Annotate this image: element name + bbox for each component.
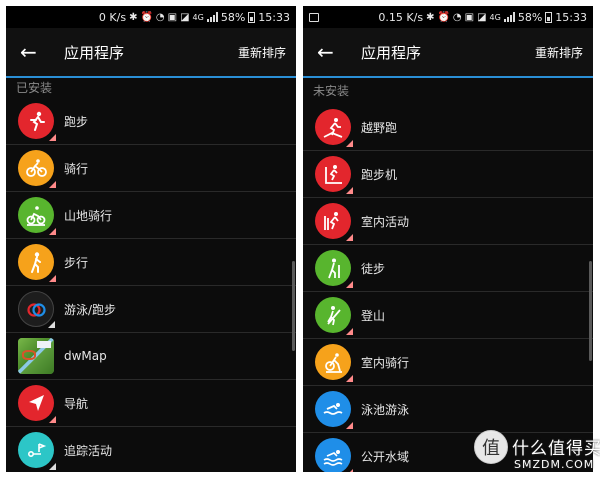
status-bar: 0 K/s ✱ ⏰ ◔ ▣ ◪ 4G 58% 15:33	[6, 6, 296, 28]
app-label: 越野跑	[361, 120, 398, 135]
bluetooth-icon: ✱	[129, 11, 138, 23]
navigation-icon	[18, 385, 56, 423]
app-list-item[interactable]: 室内骑行	[303, 339, 593, 386]
wifi-icon: ◔	[452, 11, 462, 23]
smzdm-watermark: 值 什么值得买 SMZDM.COM	[468, 430, 600, 478]
map-icon	[18, 338, 54, 374]
running-icon	[18, 103, 56, 141]
reorder-button[interactable]: 重新排序	[535, 44, 583, 61]
app-label: 追踪活动	[64, 443, 113, 458]
alarm-icon: ⏰	[140, 11, 153, 23]
app-list-item[interactable]: 追踪活动	[6, 427, 296, 472]
climbing-icon	[315, 297, 353, 335]
reorder-button[interactable]: 重新排序	[238, 44, 286, 61]
app-list-item[interactable]: 室内活动	[303, 198, 593, 245]
cell-signal-icon	[503, 12, 515, 22]
scrollbar[interactable]	[589, 261, 592, 361]
cycling-icon	[18, 150, 56, 188]
clock: 15:33	[258, 10, 290, 24]
app-label: 徒步	[361, 261, 386, 276]
cell-signal-icon	[206, 12, 218, 22]
page-title: 应用程序	[64, 43, 125, 62]
app-label: 跑步	[64, 114, 89, 129]
back-arrow-icon[interactable]: ←	[20, 42, 50, 62]
network-speed: 0 K/s	[98, 10, 127, 24]
signal-icon: ◪	[477, 11, 487, 23]
app-label: 导航	[64, 396, 89, 411]
app-label: 登山	[361, 308, 386, 323]
page-title: 应用程序	[361, 43, 422, 62]
app-bar: ← 应用程序 重新排序	[303, 28, 593, 78]
smzdm-logo: 值	[474, 430, 508, 464]
back-arrow-icon[interactable]: ←	[317, 42, 347, 62]
battery-icon	[248, 11, 256, 23]
app-label: 室内骑行	[361, 355, 410, 370]
app-label: 步行	[64, 255, 89, 270]
app-bar: ← 应用程序 重新排序	[6, 28, 296, 78]
battery-icon	[545, 11, 553, 23]
nfc-icon: ▣	[167, 11, 178, 23]
mountain-bike-icon	[18, 197, 56, 235]
app-label: 跑步机	[361, 167, 398, 182]
app-list-item[interactable]: 登山	[303, 292, 593, 339]
app-list-item[interactable]: 步行	[6, 239, 296, 286]
app-list-item[interactable]: 泳池游泳	[303, 386, 593, 433]
app-label: 山地骑行	[64, 208, 113, 223]
nfc-icon: ▣	[464, 11, 475, 23]
bluetooth-icon: ✱	[426, 11, 435, 23]
treadmill-icon	[315, 156, 353, 194]
left-phone-screen: 0 K/s ✱ ⏰ ◔ ▣ ◪ 4G 58% 15:33 ← 应用程序 重新排序…	[6, 6, 296, 472]
app-list-item[interactable]: 骑行	[6, 145, 296, 192]
section-header-installed: 已安装	[16, 81, 53, 95]
app-label: 骑行	[64, 161, 89, 176]
app-list-item[interactable]: 徒步	[303, 245, 593, 292]
indoor-cycling-icon	[315, 344, 353, 382]
trail-run-icon	[315, 109, 353, 147]
app-list-item[interactable]: 越野跑	[303, 104, 593, 151]
app-list-item[interactable]: 山地骑行	[6, 192, 296, 239]
hiking-icon	[315, 250, 353, 288]
status-bar: 0.15 K/s ✱ ⏰ ◔ ▣ ◪ 4G 58% 15:33	[303, 6, 593, 28]
right-phone-screen: 0.15 K/s ✱ ⏰ ◔ ▣ ◪ 4G 58% 15:33 ← 应用程序 重…	[303, 6, 593, 472]
section-header-not-installed: 未安装	[313, 84, 350, 98]
indoor-activity-icon	[315, 203, 353, 241]
signal-icon: ◪	[180, 11, 190, 23]
watermark-text: 什么值得买	[512, 439, 600, 459]
app-label: 公开水域	[361, 449, 410, 464]
pool-swim-icon	[315, 391, 353, 429]
network-speed: 0.15 K/s	[378, 10, 424, 24]
image-notification-icon	[309, 12, 319, 22]
watermark-domain: SMZDM.COM	[514, 458, 595, 471]
app-list-item[interactable]: dwMap	[6, 333, 296, 380]
network-type: 4G	[489, 12, 501, 22]
app-list-item[interactable]: 游泳/跑步	[6, 286, 296, 333]
app-label: dwMap	[64, 349, 107, 363]
app-list-item[interactable]: 跑步	[6, 98, 296, 145]
app-label: 游泳/跑步	[64, 302, 117, 317]
open-water-icon	[315, 438, 353, 472]
walking-icon	[18, 244, 56, 282]
app-label: 泳池游泳	[361, 402, 410, 417]
battery-percent: 58%	[220, 10, 246, 24]
not-installed-app-list: 越野跑跑步机室内活动徒步登山室内骑行泳池游泳公开水域	[303, 104, 593, 472]
wifi-icon: ◔	[155, 11, 165, 23]
app-label: 室内活动	[361, 214, 410, 229]
network-type: 4G	[192, 12, 204, 22]
clock: 15:33	[555, 10, 587, 24]
alarm-icon: ⏰	[437, 11, 450, 23]
swimrun-icon	[18, 291, 55, 328]
battery-percent: 58%	[517, 10, 543, 24]
app-list-item[interactable]: 导航	[6, 380, 296, 427]
installed-app-list: 跑步骑行山地骑行步行游泳/跑步 dwMap 导航追踪活动	[6, 98, 296, 472]
track-icon	[18, 432, 56, 470]
app-list-item[interactable]: 跑步机	[303, 151, 593, 198]
scrollbar[interactable]	[292, 261, 295, 351]
